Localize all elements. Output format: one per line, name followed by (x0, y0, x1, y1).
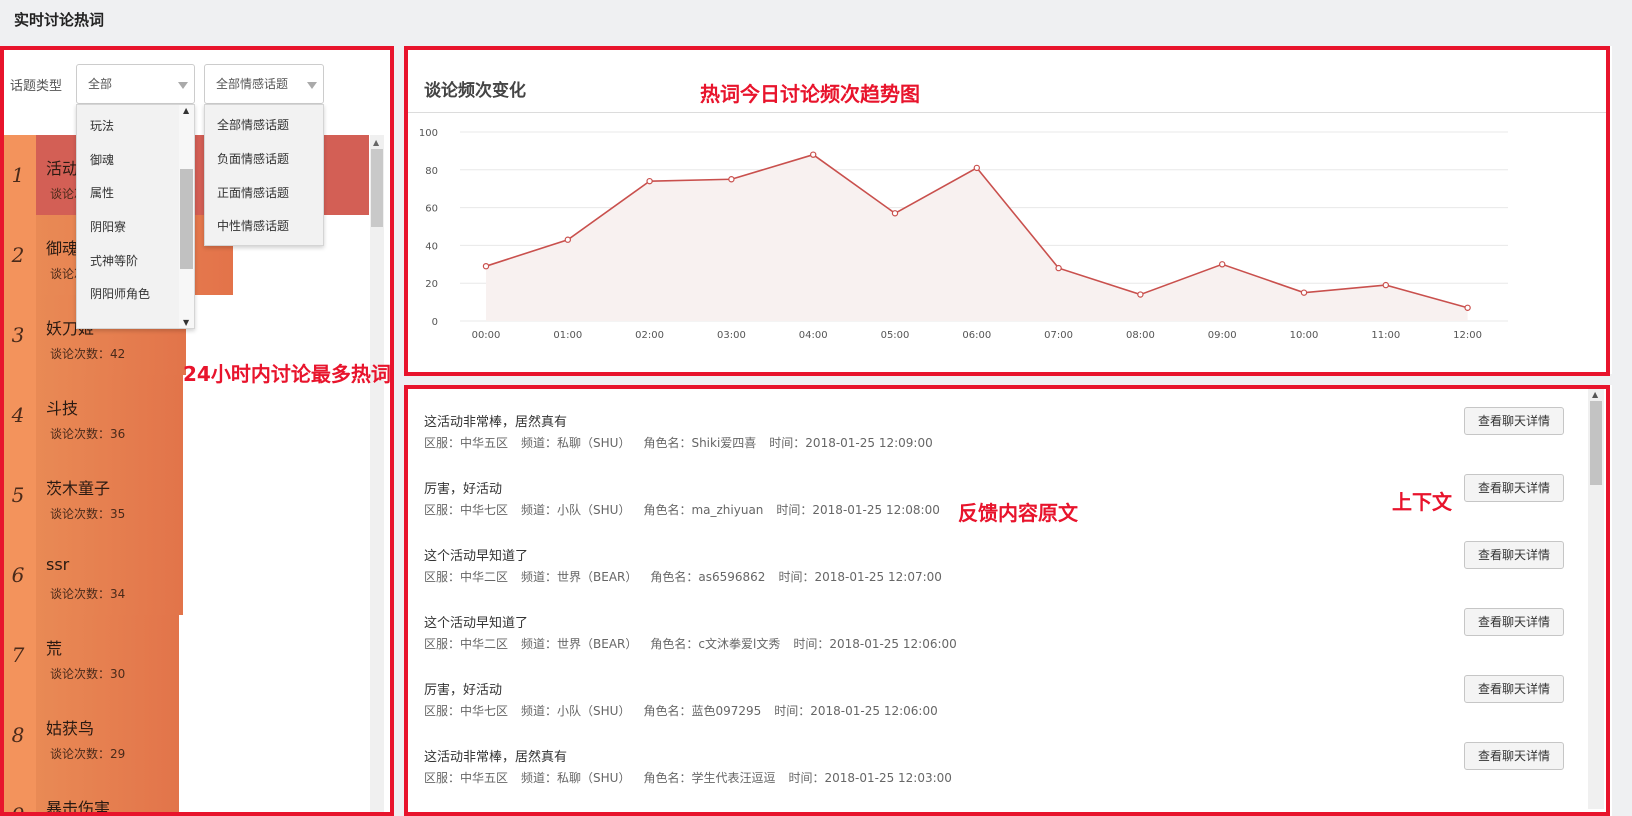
annotation-box-chart (404, 46, 1610, 376)
annotation-box-ranking (0, 46, 394, 816)
annotation-ranking: 24小时内讨论最多热词 (183, 362, 391, 386)
annotation-context: 上下文 (1392, 490, 1452, 514)
annotation-feedback: 反馈内容原文 (958, 501, 1078, 525)
page-title: 实时讨论热词 (14, 11, 105, 29)
annotation-chart: 热词今日讨论频次趋势图 (700, 82, 920, 106)
annotation-box-feedback (404, 385, 1610, 816)
